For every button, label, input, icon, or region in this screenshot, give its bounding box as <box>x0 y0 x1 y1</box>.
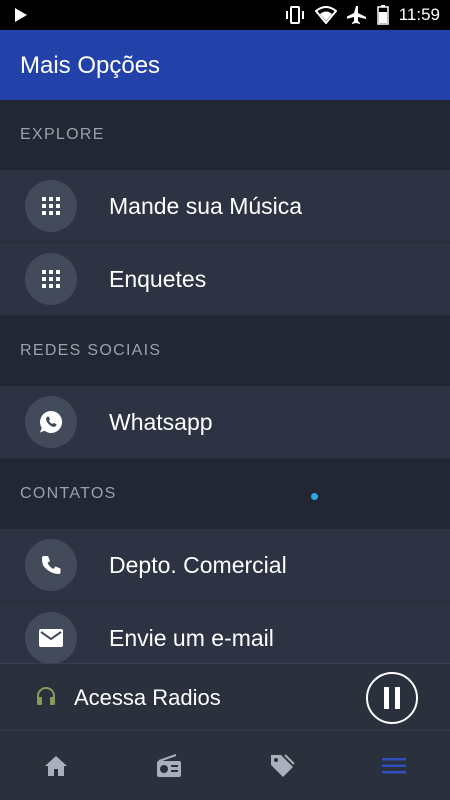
status-time: 11:59 <box>398 5 440 24</box>
wifi-icon <box>314 6 337 24</box>
page-title: Mais Opções <box>20 52 161 79</box>
pause-icon <box>384 687 400 709</box>
home-icon <box>45 755 68 776</box>
section-header-redes-sociais: REDES SOCIAIS <box>20 342 162 359</box>
radio-icon <box>156 753 181 777</box>
list-item-whatsapp[interactable]: Whatsapp <box>0 386 450 459</box>
app-bar: Mais Opções <box>0 30 450 100</box>
list-item-depto-comercial[interactable]: Depto. Comercial <box>0 529 450 602</box>
phone-icon <box>25 539 77 591</box>
bottom-navigation <box>0 730 450 800</box>
apps-grid-icon <box>25 180 77 232</box>
whatsapp-icon <box>25 396 77 448</box>
status-bar: 11:59 <box>0 0 450 30</box>
list-item-label: Enquetes <box>109 265 207 292</box>
options-list[interactable]: EXPLORE Mande sua Música Enquetes REDES … <box>0 100 450 663</box>
mail-icon <box>25 612 77 663</box>
list-item-enquetes[interactable]: Enquetes <box>0 243 450 316</box>
vibrate-icon <box>285 6 304 24</box>
player-bar[interactable]: Acessa Radios <box>0 663 450 730</box>
headphones-icon <box>37 687 55 705</box>
airplane-icon <box>346 6 366 24</box>
nav-item-tags[interactable] <box>225 731 338 800</box>
play-icon <box>15 8 27 22</box>
list-item-label: Whatsapp <box>109 408 213 435</box>
list-item-label: Mande sua Música <box>109 192 303 219</box>
list-item-label: Depto. Comercial <box>109 551 287 578</box>
nav-item-menu[interactable] <box>338 731 450 800</box>
apps-grid-icon <box>25 253 77 305</box>
player-station-title: Acessa Radios <box>74 685 221 710</box>
menu-icon <box>381 757 406 773</box>
section-header-explore: EXPLORE <box>20 126 105 143</box>
list-item-mande-sua-musica[interactable]: Mande sua Música <box>0 170 450 243</box>
pause-button[interactable] <box>366 672 418 724</box>
section-header-contatos: CONTATOS <box>20 485 117 502</box>
nav-item-radio[interactable] <box>113 731 226 800</box>
tag-icon <box>271 753 295 777</box>
battery-icon <box>376 5 389 25</box>
list-item-envie-email[interactable]: Envie um e-mail <box>0 602 450 663</box>
list-item-label: Envie um e-mail <box>109 624 274 651</box>
nav-item-home[interactable] <box>0 731 113 800</box>
loading-indicator-dot <box>311 493 318 500</box>
